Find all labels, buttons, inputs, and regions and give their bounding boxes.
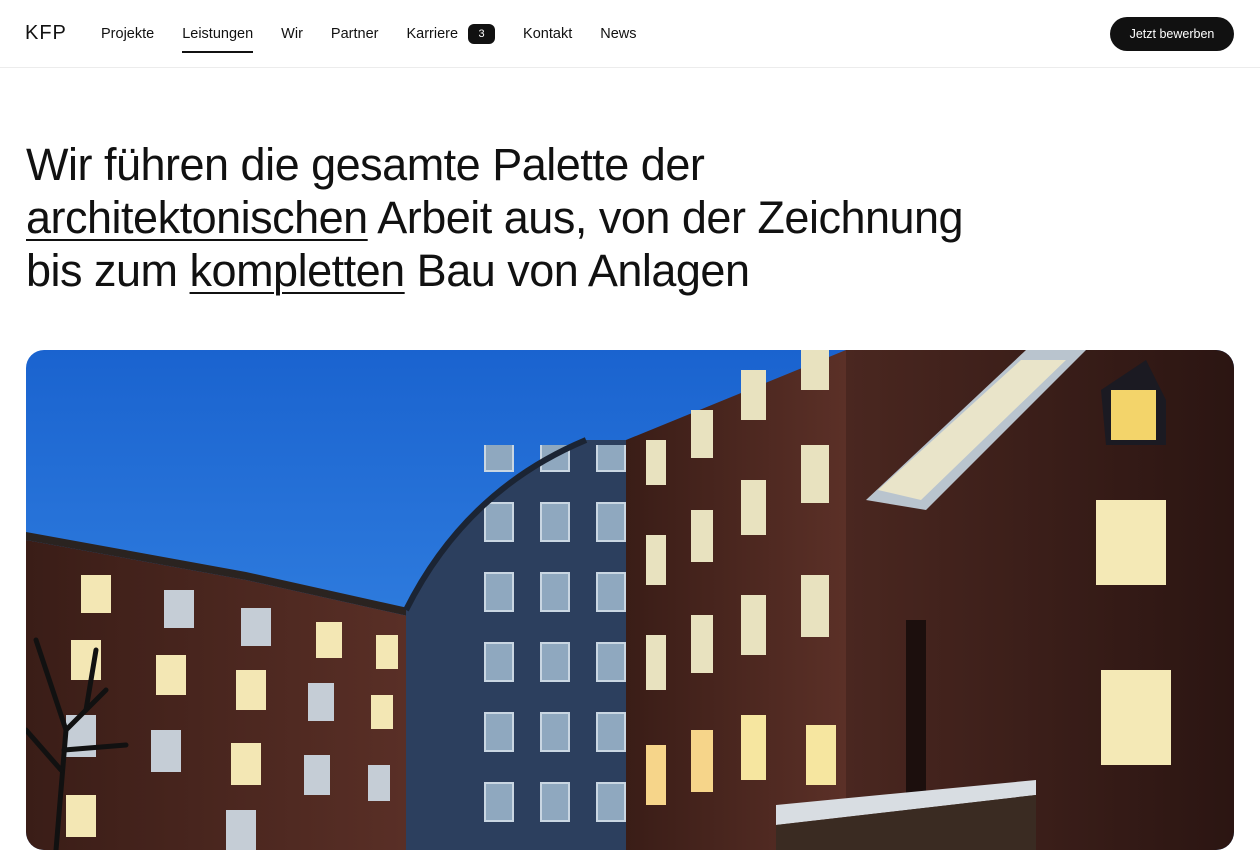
nav-label: Karriere [406,25,459,42]
building-photo-icon [26,350,1234,850]
apply-now-button[interactable]: Jetzt bewerben [1110,17,1234,51]
nav-label: Partner [330,25,379,42]
nav-item-leistungen[interactable]: Leistungen [182,0,253,67]
main-nav: Projekte Leistungen Wir Partner Karriere… [101,0,664,67]
nav-label: Kontakt [523,25,573,42]
nav-item-kontakt[interactable]: Kontakt [523,0,572,67]
page-headline: Wir führen die gesamte Palette der archi… [26,138,1026,297]
headline-link-kompletten[interactable]: kompletten [190,245,406,296]
headline-link-architektonischen[interactable]: architektonischen [26,192,368,243]
nav-label: Leistungen [182,25,254,42]
nav-label: Wir [281,25,303,42]
headline-text: Bau von Anlagen [404,245,750,296]
nav-label: Projekte [101,25,155,42]
logo[interactable]: KFP [25,22,67,45]
nav-item-projekte[interactable]: Projekte [101,0,154,67]
nav-item-partner[interactable]: Partner [331,0,379,67]
nav-item-wir[interactable]: Wir [281,0,303,67]
nav-label: News [600,25,637,42]
hero-image [26,350,1234,850]
nav-item-karriere[interactable]: Karriere 3 [406,0,496,67]
nav-item-news[interactable]: News [600,0,636,67]
site-header: KFP Projekte Leistungen Wir Partner Karr… [0,0,1260,68]
job-count-badge: 3 [468,23,496,44]
headline-text: Wir führen die gesamte Palette der [26,139,705,190]
